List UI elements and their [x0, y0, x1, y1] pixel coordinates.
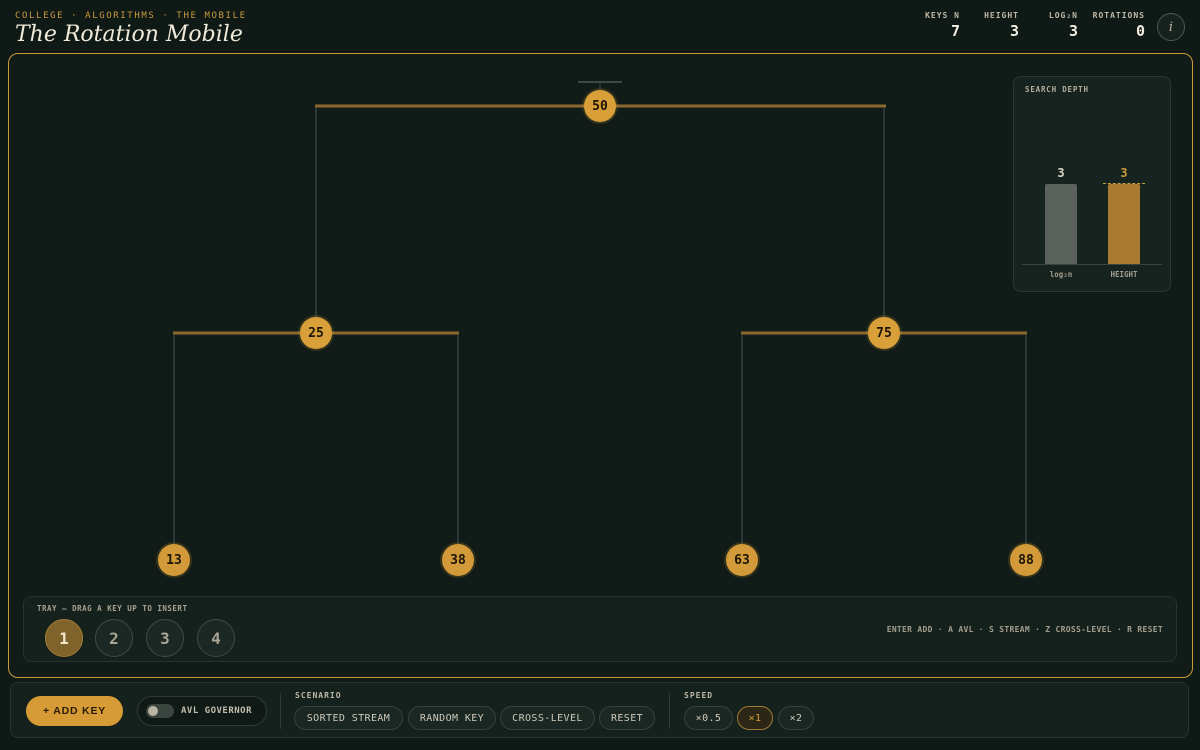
stat-log-label: LOG₂N: [1048, 11, 1078, 20]
stat-log: LOG₂N 3: [1036, 11, 1078, 40]
speed-title: SPEED: [684, 691, 714, 700]
speed-half-button[interactable]: ×0.5: [684, 706, 733, 730]
avl-governor-toggle[interactable]: AVL GOVERNOR: [137, 696, 267, 726]
key-tray: TRAY — DRAG A KEY UP TO INSERT 1 2 3 4 E…: [23, 596, 1177, 662]
log-bar-value: 3: [1057, 166, 1065, 180]
speed-1x-button[interactable]: ×1: [737, 706, 773, 730]
tray-key[interactable]: 1: [45, 619, 83, 657]
stat-rotations-label: ROTATIONS: [1092, 11, 1145, 20]
stat-keys-label: KEYS N: [925, 11, 960, 20]
keyboard-shortcuts: ENTER ADD · A AVL · S STREAM · Z CROSS-L…: [886, 625, 1163, 634]
toggle-knob: [148, 706, 158, 716]
search-depth-panel: SEARCH DEPTH 3 3 log₂n HEIGHT: [1013, 76, 1171, 292]
node-leaf[interactable]: 13: [158, 544, 190, 576]
node-root[interactable]: 50: [584, 90, 616, 122]
node-right[interactable]: 75: [868, 317, 900, 349]
tray-key[interactable]: 3: [146, 619, 184, 657]
height-bar-label: HEIGHT: [1110, 270, 1138, 279]
search-depth-title: SEARCH DEPTH: [1025, 85, 1089, 94]
node-leaf[interactable]: 38: [442, 544, 474, 576]
stat-height: HEIGHT 3: [972, 11, 1019, 40]
height-bar-value: 3: [1120, 166, 1128, 180]
stat-rotations: ROTATIONS 0: [1086, 11, 1145, 40]
sorted-stream-button[interactable]: SORTED STREAM: [294, 706, 403, 730]
log-bar: [1045, 184, 1077, 264]
tray-label: TRAY — DRAG A KEY UP TO INSERT: [37, 604, 188, 613]
log-bar-label: log₂n: [1049, 270, 1073, 279]
tray-key[interactable]: 2: [95, 619, 133, 657]
controls-bar: + ADD KEY AVL GOVERNOR SCENARIO SORTED S…: [10, 682, 1189, 738]
cross-level-button[interactable]: CROSS-LEVEL: [500, 706, 595, 730]
toggle-switch[interactable]: [146, 704, 174, 718]
stat-rotations-value: 0: [1135, 22, 1145, 40]
bar-axis: [1022, 264, 1162, 265]
speed-2x-button[interactable]: ×2: [778, 706, 814, 730]
stat-height-label: HEIGHT: [984, 11, 1019, 20]
node-leaf[interactable]: 88: [1010, 544, 1042, 576]
stat-keys: KEYS N 7: [910, 11, 960, 40]
reset-button[interactable]: RESET: [599, 706, 655, 730]
avl-governor-label: AVL GOVERNOR: [181, 706, 253, 716]
stat-keys-value: 7: [950, 22, 960, 40]
height-bar: [1108, 184, 1140, 264]
random-key-button[interactable]: RANDOM KEY: [408, 706, 496, 730]
page-title: The Rotation Mobile: [15, 22, 243, 47]
info-icon[interactable]: i: [1157, 13, 1185, 41]
divider: [669, 693, 670, 729]
divider: [280, 693, 281, 729]
breadcrumb: COLLEGE · ALGORITHMS · THE MOBILE: [15, 11, 247, 21]
add-key-button[interactable]: + ADD KEY: [26, 696, 123, 726]
tray-key[interactable]: 4: [197, 619, 235, 657]
node-left[interactable]: 25: [300, 317, 332, 349]
node-leaf[interactable]: 63: [726, 544, 758, 576]
scenario-title: SCENARIO: [295, 691, 342, 700]
stat-log-value: 3: [1068, 22, 1078, 40]
stat-height-value: 3: [1009, 22, 1019, 40]
